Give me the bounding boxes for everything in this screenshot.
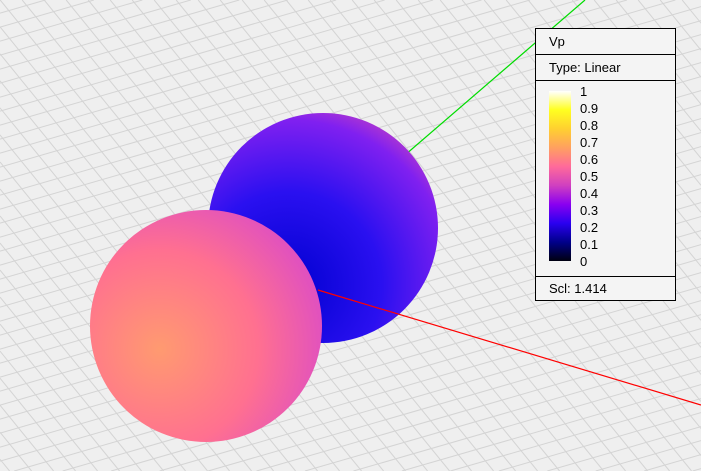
grid-line [0,350,98,471]
colorbar-tick: 0.4 [580,186,599,201]
colorbar-tick: 0.5 [580,169,599,184]
legend-scale: Scl: 1.414 [549,281,607,296]
grid-line [256,342,701,471]
grid-line [0,404,54,471]
grid-line [0,0,240,70]
colorbar-tick: 0.7 [580,135,599,150]
colorbar-tick: 0.3 [580,203,599,218]
legend-type: Type: Linear [536,55,675,81]
colorbar-tick: 0.6 [580,152,599,167]
grid-line [0,0,288,84]
sphere-front[interactable] [90,210,322,442]
grid-line [644,454,701,471]
grid-line [0,0,46,14]
colorbar-tick: 0.2 [580,220,599,235]
x-axis-line [317,289,701,406]
grid-line [0,0,337,98]
grid-line [547,426,701,471]
legend-title: Vp [536,29,675,55]
color-legend[interactable]: Vp Type: Linear 1 0.9 0.8 0.7 0.6 0.5 0.4 0.3 0.… [535,28,676,301]
colorbar-tick: 0 [580,254,588,269]
colorbar-tick: 0.1 [580,237,599,252]
colorbar-tick: 0.9 [580,101,599,116]
grid-line [0,0,434,126]
colorbar-tick: 0.8 [580,118,599,133]
colorbar-tick: 1 [580,84,588,99]
grid-line [498,412,701,471]
colorbar [549,91,571,261]
